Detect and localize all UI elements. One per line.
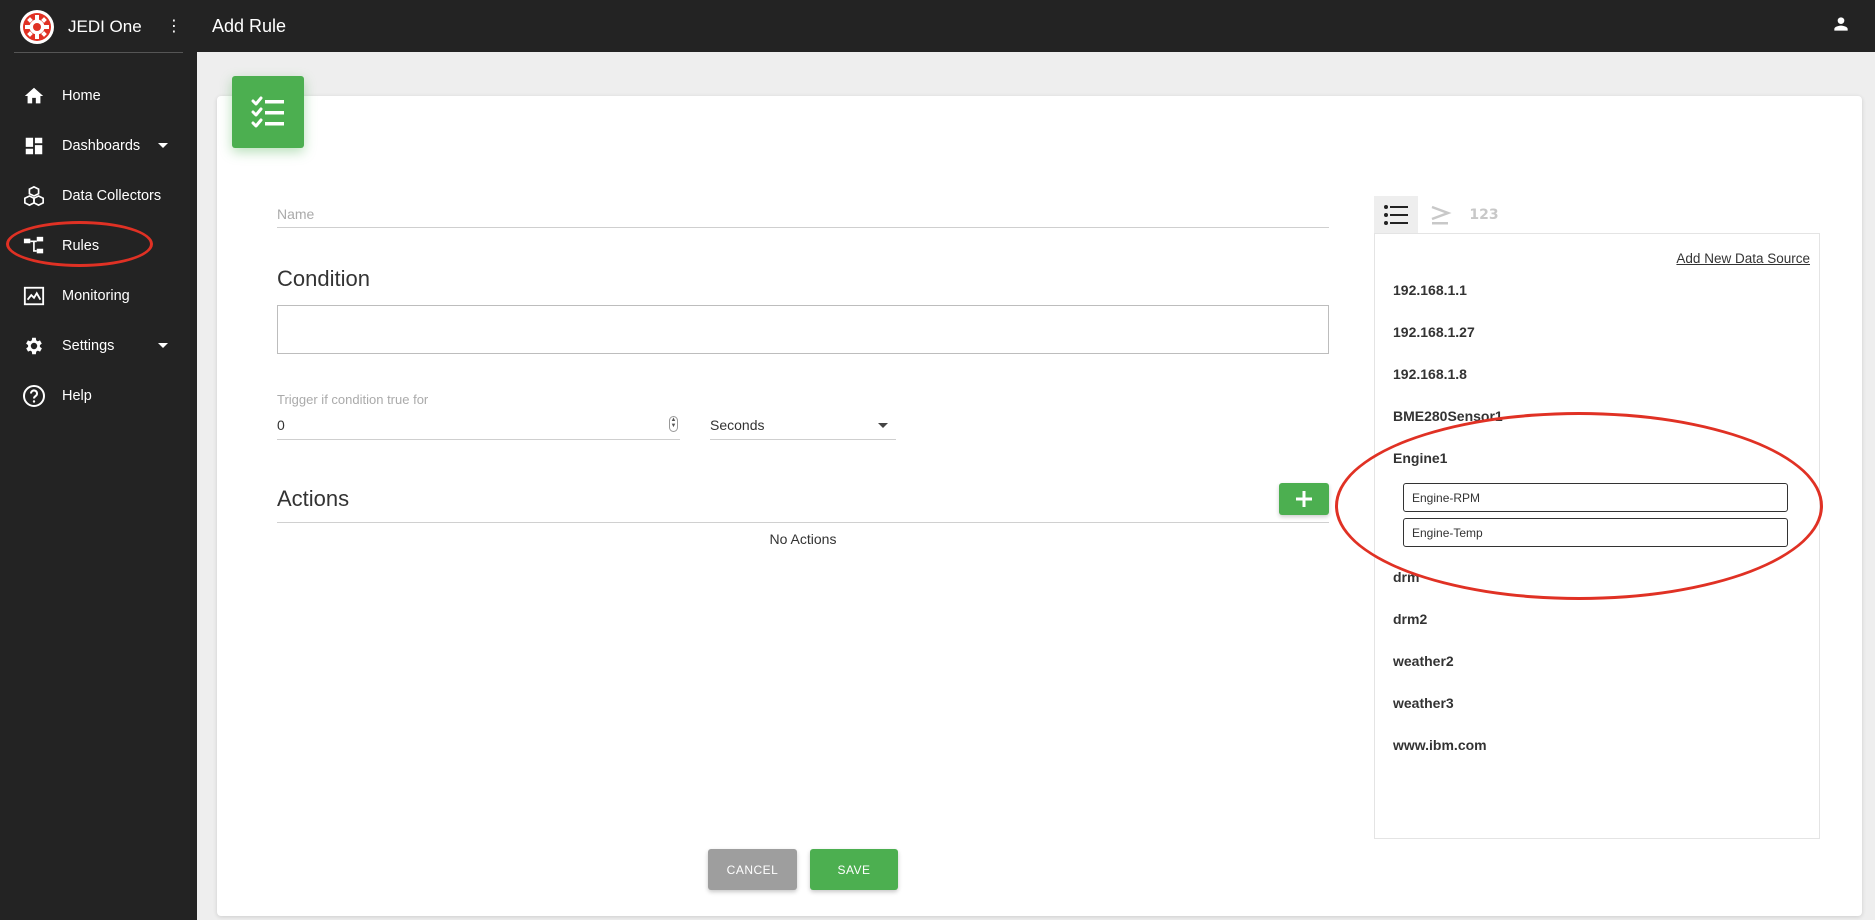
tab-numbers[interactable]: 123 [1462, 196, 1506, 233]
data-source-item[interactable]: BME280Sensor1 [1393, 408, 1503, 424]
sidebar-item-label: Monitoring [62, 288, 130, 304]
list-icon [1384, 204, 1408, 225]
sidebar-item-label: Data Collectors [62, 188, 162, 204]
numbers-tab-label: 123 [1469, 206, 1499, 223]
trigger-label: Trigger if condition true for [277, 392, 429, 407]
cubes-icon [22, 184, 46, 208]
trigger-value: 0 [277, 416, 285, 433]
brand: JEDI One ⋮ [0, 0, 197, 53]
tab-operators[interactable] [1418, 196, 1462, 233]
condition-editor[interactable] [277, 305, 1329, 354]
stepper-icon[interactable]: ▲ ▼ [669, 416, 678, 432]
caret-down-icon [878, 423, 888, 428]
more-vert-icon[interactable]: ⋮ [166, 16, 182, 36]
gear-icon [22, 334, 46, 358]
caret-down-icon [158, 143, 168, 148]
person-icon[interactable] [1831, 14, 1851, 39]
cancel-button[interactable]: CANCEL [708, 849, 797, 890]
data-source-item[interactable]: www.ibm.com [1393, 737, 1487, 753]
sidebar: JEDI One ⋮ Home Dashboards Data Collecto… [0, 0, 197, 920]
condition-title: Condition [277, 266, 370, 291]
greater-equal-icon [1431, 205, 1452, 224]
sidebar-item-label: Help [62, 388, 92, 404]
data-source-panel: Add New Data Source 192.168.1.1 192.168.… [1374, 233, 1820, 839]
help-icon [22, 384, 46, 408]
trigger-duration-input[interactable]: 0 ▲ ▼ [277, 410, 680, 440]
gear-logo-icon[interactable] [20, 9, 54, 44]
sidebar-item-label: Settings [62, 338, 115, 354]
name-field[interactable] [277, 200, 1329, 228]
data-source-item[interactable]: Engine1 [1393, 450, 1447, 466]
caret-down-icon [158, 343, 168, 348]
tab-data-sources[interactable] [1374, 196, 1418, 233]
data-source-item[interactable]: drm [1393, 569, 1419, 585]
data-source-item[interactable]: 192.168.1.27 [1393, 324, 1475, 340]
no-actions-text: No Actions [769, 531, 837, 547]
rule-tree-icon [22, 234, 46, 258]
actions-divider [277, 522, 1329, 523]
data-source-item[interactable]: 192.168.1.8 [1393, 366, 1467, 382]
sidebar-item-home[interactable]: Home [0, 71, 197, 121]
sidebar-item-monitoring[interactable]: Monitoring [0, 271, 197, 321]
add-action-button[interactable] [1279, 483, 1329, 515]
trigger-unit-select[interactable]: Seconds [710, 410, 896, 440]
data-source-item[interactable]: drm2 [1393, 611, 1427, 627]
data-source-item[interactable]: weather2 [1393, 653, 1454, 669]
app-title: JEDI One [68, 16, 142, 36]
add-data-source-link[interactable]: Add New Data Source [1676, 251, 1810, 266]
sidebar-item-label: Rules [62, 238, 100, 254]
top-bar: Add Rule [197, 0, 1875, 52]
brand-divider [14, 52, 183, 53]
home-icon [22, 84, 46, 108]
dashboard-icon [22, 134, 46, 158]
monitor-icon [22, 284, 46, 308]
trigger-unit-value: Seconds [710, 416, 765, 433]
data-source-item[interactable]: weather3 [1393, 695, 1454, 711]
sidebar-item-data-collectors[interactable]: Data Collectors [0, 171, 197, 221]
data-panel-tabs: 123 [1374, 196, 1506, 233]
sidebar-item-help[interactable]: Help [0, 371, 197, 421]
name-input[interactable] [277, 200, 1329, 227]
sidebar-item-label: Dashboards [62, 138, 141, 154]
sidebar-nav: Home Dashboards Data Collectors Rules Mo… [0, 71, 197, 421]
sidebar-item-dashboards[interactable]: Dashboards [0, 121, 197, 171]
actions-title: Actions [277, 486, 350, 511]
sidebar-item-settings[interactable]: Settings [0, 321, 197, 371]
data-point-engine-temp[interactable]: Engine-Temp [1403, 518, 1788, 547]
plus-icon [1296, 491, 1312, 507]
checklist-icon [232, 76, 304, 148]
sidebar-item-rules[interactable]: Rules [0, 221, 197, 271]
save-button[interactable]: SAVE [810, 849, 898, 890]
page-title: Add Rule [212, 15, 287, 36]
data-source-item[interactable]: 192.168.1.1 [1393, 282, 1467, 298]
sidebar-item-label: Home [62, 88, 101, 104]
data-point-engine-rpm[interactable]: Engine-RPM [1403, 483, 1788, 512]
